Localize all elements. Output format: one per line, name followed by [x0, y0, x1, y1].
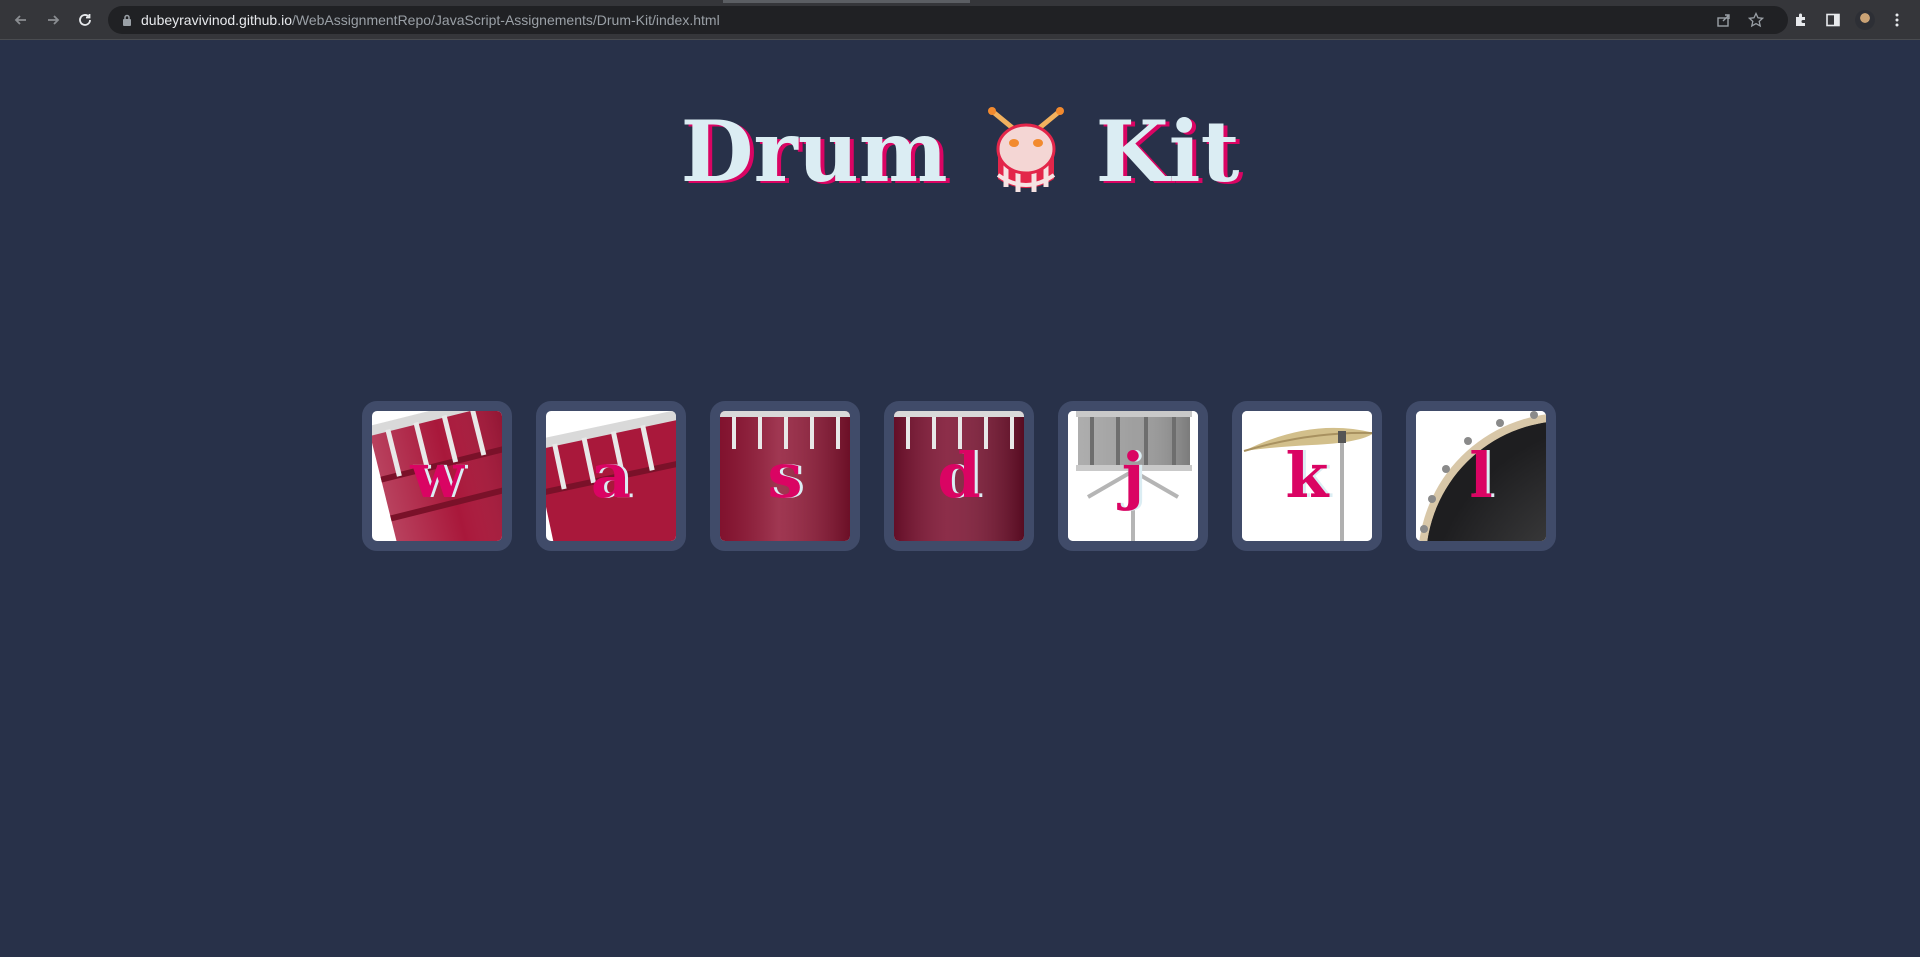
profile-avatar[interactable] — [1855, 10, 1875, 30]
drum-key-label: w — [410, 439, 464, 512]
drum-button-a[interactable]: a — [536, 401, 686, 551]
extensions-icon[interactable] — [1789, 8, 1813, 32]
drum-emoji-icon — [984, 105, 1068, 195]
url-host: dubeyravivinod.github.io — [141, 12, 292, 28]
drum-key-label: a — [590, 439, 632, 512]
forward-icon[interactable] — [41, 8, 65, 32]
bookmark-star-icon[interactable] — [1744, 8, 1768, 32]
drum-key-label: k — [1285, 439, 1329, 512]
drum-button-s[interactable]: s — [710, 401, 860, 551]
back-icon[interactable] — [9, 8, 33, 32]
drum-button-d[interactable]: d — [884, 401, 1034, 551]
browser-toolbar: dubeyravivinod.github.io/WebAssignmentRe… — [0, 0, 1920, 40]
url-text[interactable]: dubeyravivinod.github.io/WebAssignmentRe… — [141, 12, 720, 28]
drum-button-w[interactable]: w — [362, 401, 512, 551]
url-path: /WebAssignmentRepo/JavaScript-Assignemen… — [292, 12, 720, 28]
reload-icon[interactable] — [73, 8, 97, 32]
title-word-kit: Kit — [1095, 102, 1240, 201]
drum-key-label: l — [1469, 439, 1493, 512]
drum-button-l[interactable]: l — [1406, 401, 1556, 551]
menu-kebab-icon[interactable] — [1885, 8, 1909, 32]
lock-icon[interactable] — [120, 13, 134, 27]
address-bar[interactable]: dubeyravivinod.github.io/WebAssignmentRe… — [108, 6, 1788, 34]
drum-key-label: s — [767, 439, 803, 512]
drum-button-j[interactable]: j — [1058, 401, 1208, 551]
drum-button-k[interactable]: k — [1232, 401, 1382, 551]
share-icon[interactable] — [1712, 8, 1736, 32]
side-panel-icon[interactable] — [1821, 8, 1845, 32]
drum-set: w a s d j k l — [362, 401, 1556, 551]
drum-key-label: j — [1121, 439, 1145, 512]
drum-key-label: d — [937, 439, 981, 512]
title-word-drum: Drum — [680, 102, 948, 201]
page-title: Drum Kit — [0, 98, 1920, 206]
